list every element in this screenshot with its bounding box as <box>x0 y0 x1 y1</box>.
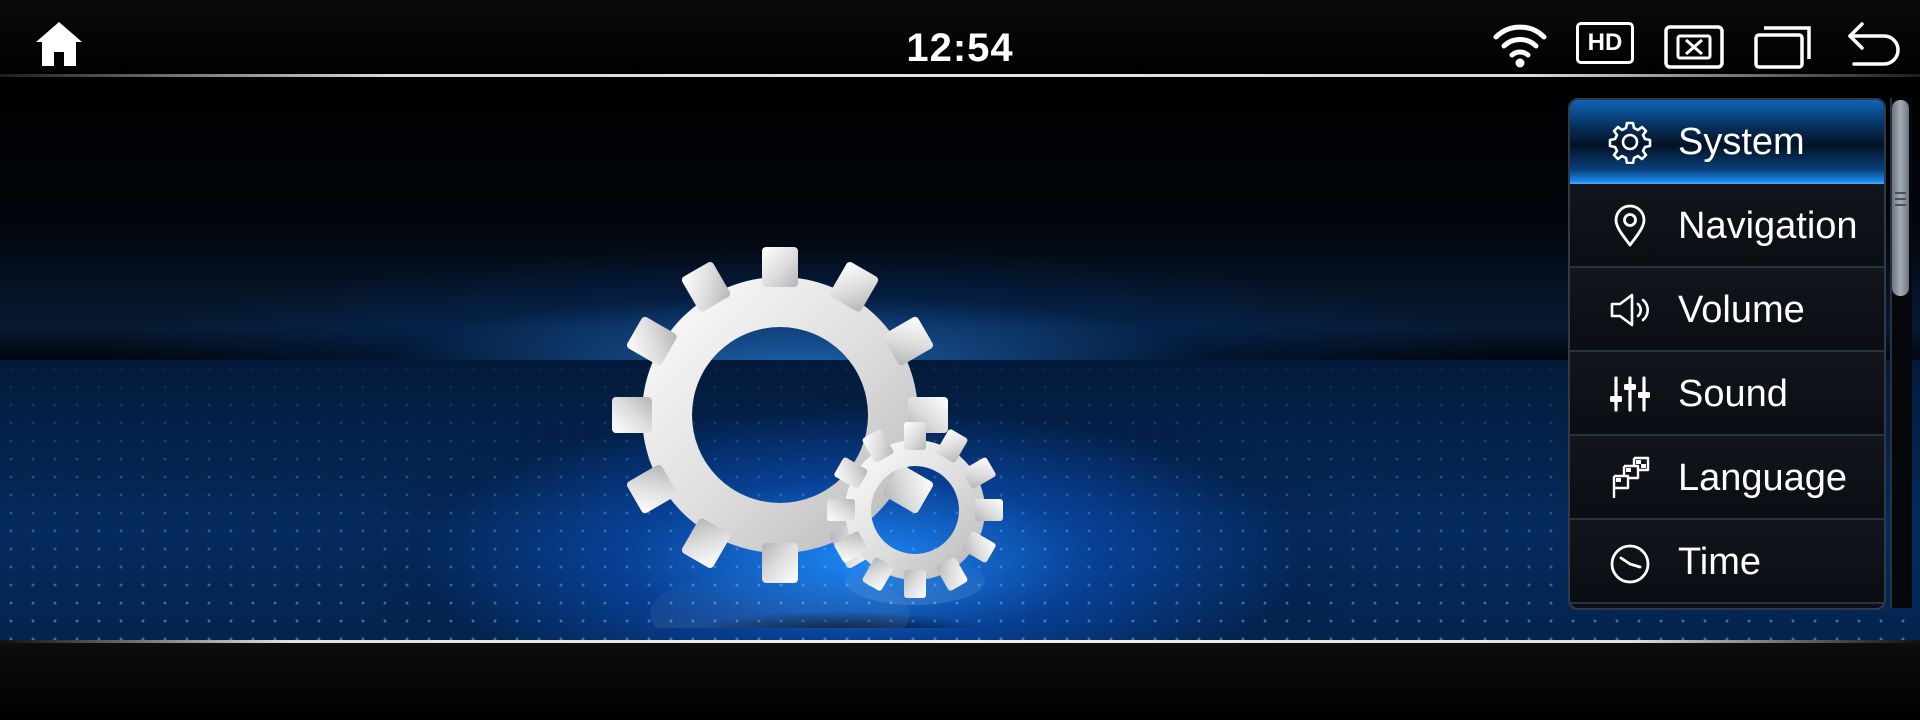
wifi-icon <box>1493 24 1547 68</box>
bottom-bar <box>0 643 1920 720</box>
menu-item-label: Time <box>1678 541 1762 583</box>
menu-item-volume[interactable]: Volume <box>1570 268 1884 352</box>
menu-item-system[interactable]: System <box>1570 100 1884 184</box>
menu-item-label: Navigation <box>1678 205 1858 247</box>
hd-badge[interactable]: HD <box>1576 22 1634 64</box>
location-pin-icon <box>1614 204 1646 247</box>
equalizer-icon <box>1610 376 1650 412</box>
status-bar-divider <box>0 74 1920 77</box>
status-bar: 12:54 HD <box>0 0 1920 77</box>
gear-icon <box>1608 121 1652 164</box>
home-button[interactable] <box>34 20 84 68</box>
multi-window-icon[interactable] <box>1754 22 1812 72</box>
settings-menu: System Navigation Volume Sound Language … <box>1568 98 1886 610</box>
menu-item-label: Volume <box>1678 289 1805 331</box>
menu-item-label: Sound <box>1678 373 1788 415</box>
menu-item-sound[interactable]: Sound <box>1570 352 1884 436</box>
back-arrow-icon[interactable] <box>1846 18 1904 68</box>
settings-gears-icon <box>612 247 1003 628</box>
speaker-icon <box>1610 293 1649 327</box>
home-icon <box>36 22 82 66</box>
menu-item-navigation[interactable]: Navigation <box>1570 184 1884 268</box>
settings-screen: 12:54 HD System Navigation Volume Sound … <box>0 0 1920 720</box>
menu-item-language[interactable]: Language <box>1570 436 1884 520</box>
menu-item-time[interactable]: Time <box>1570 520 1884 604</box>
menu-scroll-thumb[interactable] <box>1892 100 1909 296</box>
clock-icon <box>1610 544 1650 584</box>
menu-item-label: System <box>1678 121 1805 163</box>
close-window-icon[interactable] <box>1664 22 1724 72</box>
language-flags-icon <box>1612 456 1650 498</box>
menu-item-label: Language <box>1678 457 1848 499</box>
clock: 12:54 <box>906 26 1014 70</box>
